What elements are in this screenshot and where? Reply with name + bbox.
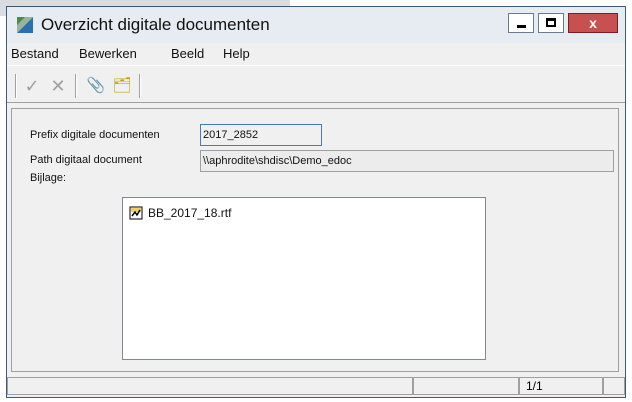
- app-icon: [17, 17, 33, 33]
- path-field: \\aphrodite\shdisc\Demo_edoc: [200, 150, 614, 172]
- close-button[interactable]: x: [568, 13, 618, 33]
- minimize-icon: [517, 25, 526, 28]
- toolbar-separator: [139, 74, 140, 98]
- maximize-icon: [546, 18, 556, 27]
- menu-bestand[interactable]: Bestand: [11, 46, 59, 61]
- attachment-list[interactable]: BB_2017_18.rtf: [122, 197, 486, 360]
- prefix-input[interactable]: 2017_2852: [200, 124, 322, 146]
- path-label: Path digitaal document: [30, 154, 142, 166]
- close-icon: x: [589, 15, 597, 31]
- window-title: Overzicht digitale documenten: [41, 15, 270, 34]
- attachment-label: Bijlage:: [30, 172, 67, 184]
- toolbar: ✓ ✕ 📎 🗂: [7, 65, 625, 103]
- paperclip-icon[interactable]: 📎: [85, 75, 107, 97]
- toolbar-separator: [75, 74, 76, 98]
- menu-beeld[interactable]: Beeld: [171, 46, 204, 61]
- maximize-button[interactable]: [538, 13, 564, 33]
- rtf-document-icon: [129, 206, 143, 220]
- prefix-label: Prefix digitale documenten: [30, 129, 160, 141]
- status-cell-grip: [603, 377, 625, 395]
- title-bar[interactable]: Overzicht digitale documenten x: [7, 7, 625, 43]
- menu-bar: Bestand Bewerken Beeld Help: [7, 43, 625, 65]
- checkmark-icon[interactable]: ✓: [21, 75, 43, 97]
- app-window: Overzicht digitale documenten x Bestand …: [6, 6, 626, 398]
- menu-help[interactable]: Help: [223, 46, 250, 61]
- status-bar: 1/1: [7, 375, 625, 397]
- status-cell-secondary: [413, 377, 519, 395]
- folder-search-icon[interactable]: 🗂: [111, 75, 133, 97]
- cross-icon[interactable]: ✕: [47, 75, 69, 97]
- toolbar-separator: [15, 74, 16, 98]
- list-item[interactable]: BB_2017_18.rtf: [129, 206, 231, 220]
- attachment-filename: BB_2017_18.rtf: [148, 206, 232, 220]
- status-cell-main: [7, 377, 413, 395]
- menu-bewerken[interactable]: Bewerken: [79, 46, 137, 61]
- content-panel: Prefix digitale documenten 2017_2852 Pat…: [11, 108, 619, 372]
- status-page-count: 1/1: [519, 377, 603, 395]
- minimize-button[interactable]: [508, 13, 534, 33]
